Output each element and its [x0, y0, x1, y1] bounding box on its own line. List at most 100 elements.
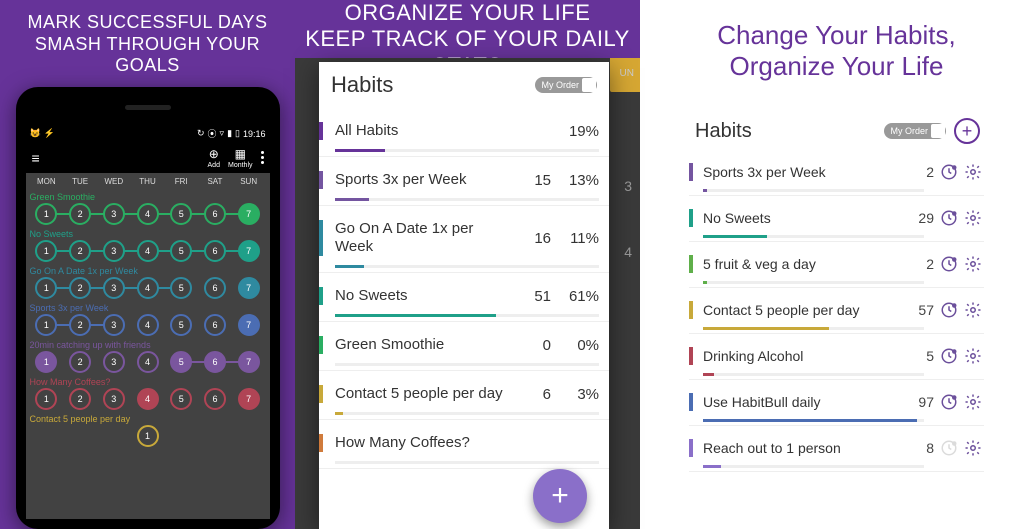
day-cell[interactable]: 4 [131, 388, 165, 410]
day-number: 3 [111, 357, 116, 367]
day-cell[interactable]: 1 [30, 314, 64, 336]
day-cell[interactable]: 3 [97, 203, 131, 225]
day-cell[interactable]: 5 [164, 351, 198, 373]
reminder-icon[interactable] [940, 301, 958, 319]
day-cell[interactable]: 7 [232, 277, 266, 299]
habit-row[interactable]: Reach out to 1 person8 [689, 426, 984, 472]
gear-icon[interactable] [964, 301, 982, 319]
day-number: 4 [145, 246, 150, 256]
day-cell[interactable]: 3 [97, 314, 131, 336]
day-cell[interactable]: 5 [164, 240, 198, 262]
day-cell[interactable]: 6 [198, 388, 232, 410]
habit-count: 8 [906, 440, 934, 456]
color-bar [689, 163, 693, 181]
day-cell[interactable]: 1 [30, 240, 64, 262]
fab-add-button[interactable]: + [533, 469, 587, 523]
menu-icon[interactable]: ≡ [32, 150, 40, 166]
color-bar [689, 255, 693, 273]
gear-icon[interactable] [964, 347, 982, 365]
day-cell[interactable]: 4 [131, 351, 165, 373]
gear-icon[interactable] [964, 209, 982, 227]
monthly-button[interactable]: ▦ Monthly [228, 147, 253, 169]
day-cell[interactable]: 7 [232, 351, 266, 373]
day-number: 2 [78, 209, 83, 219]
overflow-menu-icon[interactable] [261, 151, 264, 164]
day-cell[interactable]: 2 [63, 388, 97, 410]
day-number: 6 [212, 209, 217, 219]
day-cell[interactable]: 7 [232, 388, 266, 410]
day-cell[interactable]: 6 [198, 351, 232, 373]
day-cell[interactable]: 2 [63, 314, 97, 336]
day-number: 7 [246, 209, 251, 219]
order-toggle[interactable]: My Order [884, 123, 946, 139]
gear-icon[interactable] [964, 163, 982, 181]
day-cell[interactable]: 6 [198, 277, 232, 299]
reminder-icon[interactable] [940, 347, 958, 365]
stat-row[interactable]: No Sweets5161% [319, 273, 609, 322]
day-number: 4 [145, 209, 150, 219]
add-button[interactable]: ⊕ Add [208, 147, 220, 169]
habit-days-row: 123 4 567 [30, 240, 266, 262]
habit-row[interactable]: Use HabitBull daily97 [689, 380, 984, 426]
day-cell[interactable]: 6 [198, 314, 232, 336]
day-cell[interactable]: 2 [63, 277, 97, 299]
day-cell[interactable]: 3 [97, 277, 131, 299]
card-title: Habits [695, 120, 752, 143]
day-cell[interactable]: 6 [198, 203, 232, 225]
day-cell[interactable]: 5 [164, 388, 198, 410]
day-cell[interactable]: 6 [198, 240, 232, 262]
reminder-icon[interactable] [940, 439, 958, 457]
reminder-icon[interactable] [940, 163, 958, 181]
day-cell[interactable]: 4 [131, 314, 165, 336]
day-cell[interactable]: 4 [131, 240, 165, 262]
stat-row[interactable]: How Many Coffees? [319, 420, 609, 469]
reminder-icon[interactable] [940, 209, 958, 227]
day-cell[interactable]: 2 [63, 240, 97, 262]
day-cell[interactable]: 2 [63, 203, 97, 225]
habit-percent: 0% [551, 337, 599, 354]
day-cell[interactable]: 5 [164, 314, 198, 336]
add-habit-button[interactable]: + [954, 118, 980, 144]
day-cell[interactable]: 5 [164, 277, 198, 299]
stat-row[interactable]: Sports 3x per Week1513% [319, 157, 609, 206]
stat-row[interactable]: Contact 5 people per day63% [319, 371, 609, 420]
weekday: MON [30, 177, 64, 186]
day-cell[interactable]: 1 [30, 351, 64, 373]
gear-icon[interactable] [964, 255, 982, 273]
day-cell[interactable]: 7 [232, 203, 266, 225]
habit-row[interactable]: Contact 5 people per day57 [689, 288, 984, 334]
gear-icon[interactable] [964, 439, 982, 457]
habit-row[interactable]: No Sweets29 [689, 196, 984, 242]
progress-fill [703, 327, 829, 330]
stat-row[interactable]: Green Smoothie00% [319, 322, 609, 371]
day-cell[interactable]: 4 [131, 203, 165, 225]
color-bar [689, 393, 693, 411]
day-cell[interactable]: 1 [30, 388, 64, 410]
day-cell[interactable]: 2 [63, 351, 97, 373]
reminder-icon[interactable] [940, 255, 958, 273]
habit-count: 51 [515, 288, 551, 305]
day-number: 5 [179, 394, 184, 404]
habit-row[interactable]: Drinking Alcohol5 [689, 334, 984, 380]
day-cell[interactable]: 7 [232, 314, 266, 336]
day-cell[interactable]: 5 [164, 203, 198, 225]
plus-icon: + [551, 479, 569, 513]
day-cell[interactable]: 7 [232, 240, 266, 262]
order-toggle[interactable]: My Order [535, 77, 597, 93]
color-bar [689, 209, 693, 227]
day-cell[interactable]: 4 [131, 277, 165, 299]
day-cell[interactable]: 1 [30, 277, 64, 299]
habit-row[interactable]: 5 fruit & veg a day2 [689, 242, 984, 288]
reminder-icon[interactable] [940, 393, 958, 411]
day-cell[interactable]: 3 [97, 240, 131, 262]
habit-percent: 61% [551, 288, 599, 305]
day-cell[interactable]: 3 [97, 388, 131, 410]
stat-row[interactable]: All Habits19% [319, 108, 609, 157]
day-cell[interactable]: 1 [30, 203, 64, 225]
gear-icon[interactable] [964, 393, 982, 411]
habit-row[interactable]: Sports 3x per Week2 [689, 150, 984, 196]
day-cell[interactable]: 3 [97, 351, 131, 373]
stat-row[interactable]: Go On A Date 1x per Week1611% [319, 206, 609, 273]
sync-icon: ↻ [197, 128, 205, 139]
day-cell[interactable]: 1 [30, 425, 266, 447]
